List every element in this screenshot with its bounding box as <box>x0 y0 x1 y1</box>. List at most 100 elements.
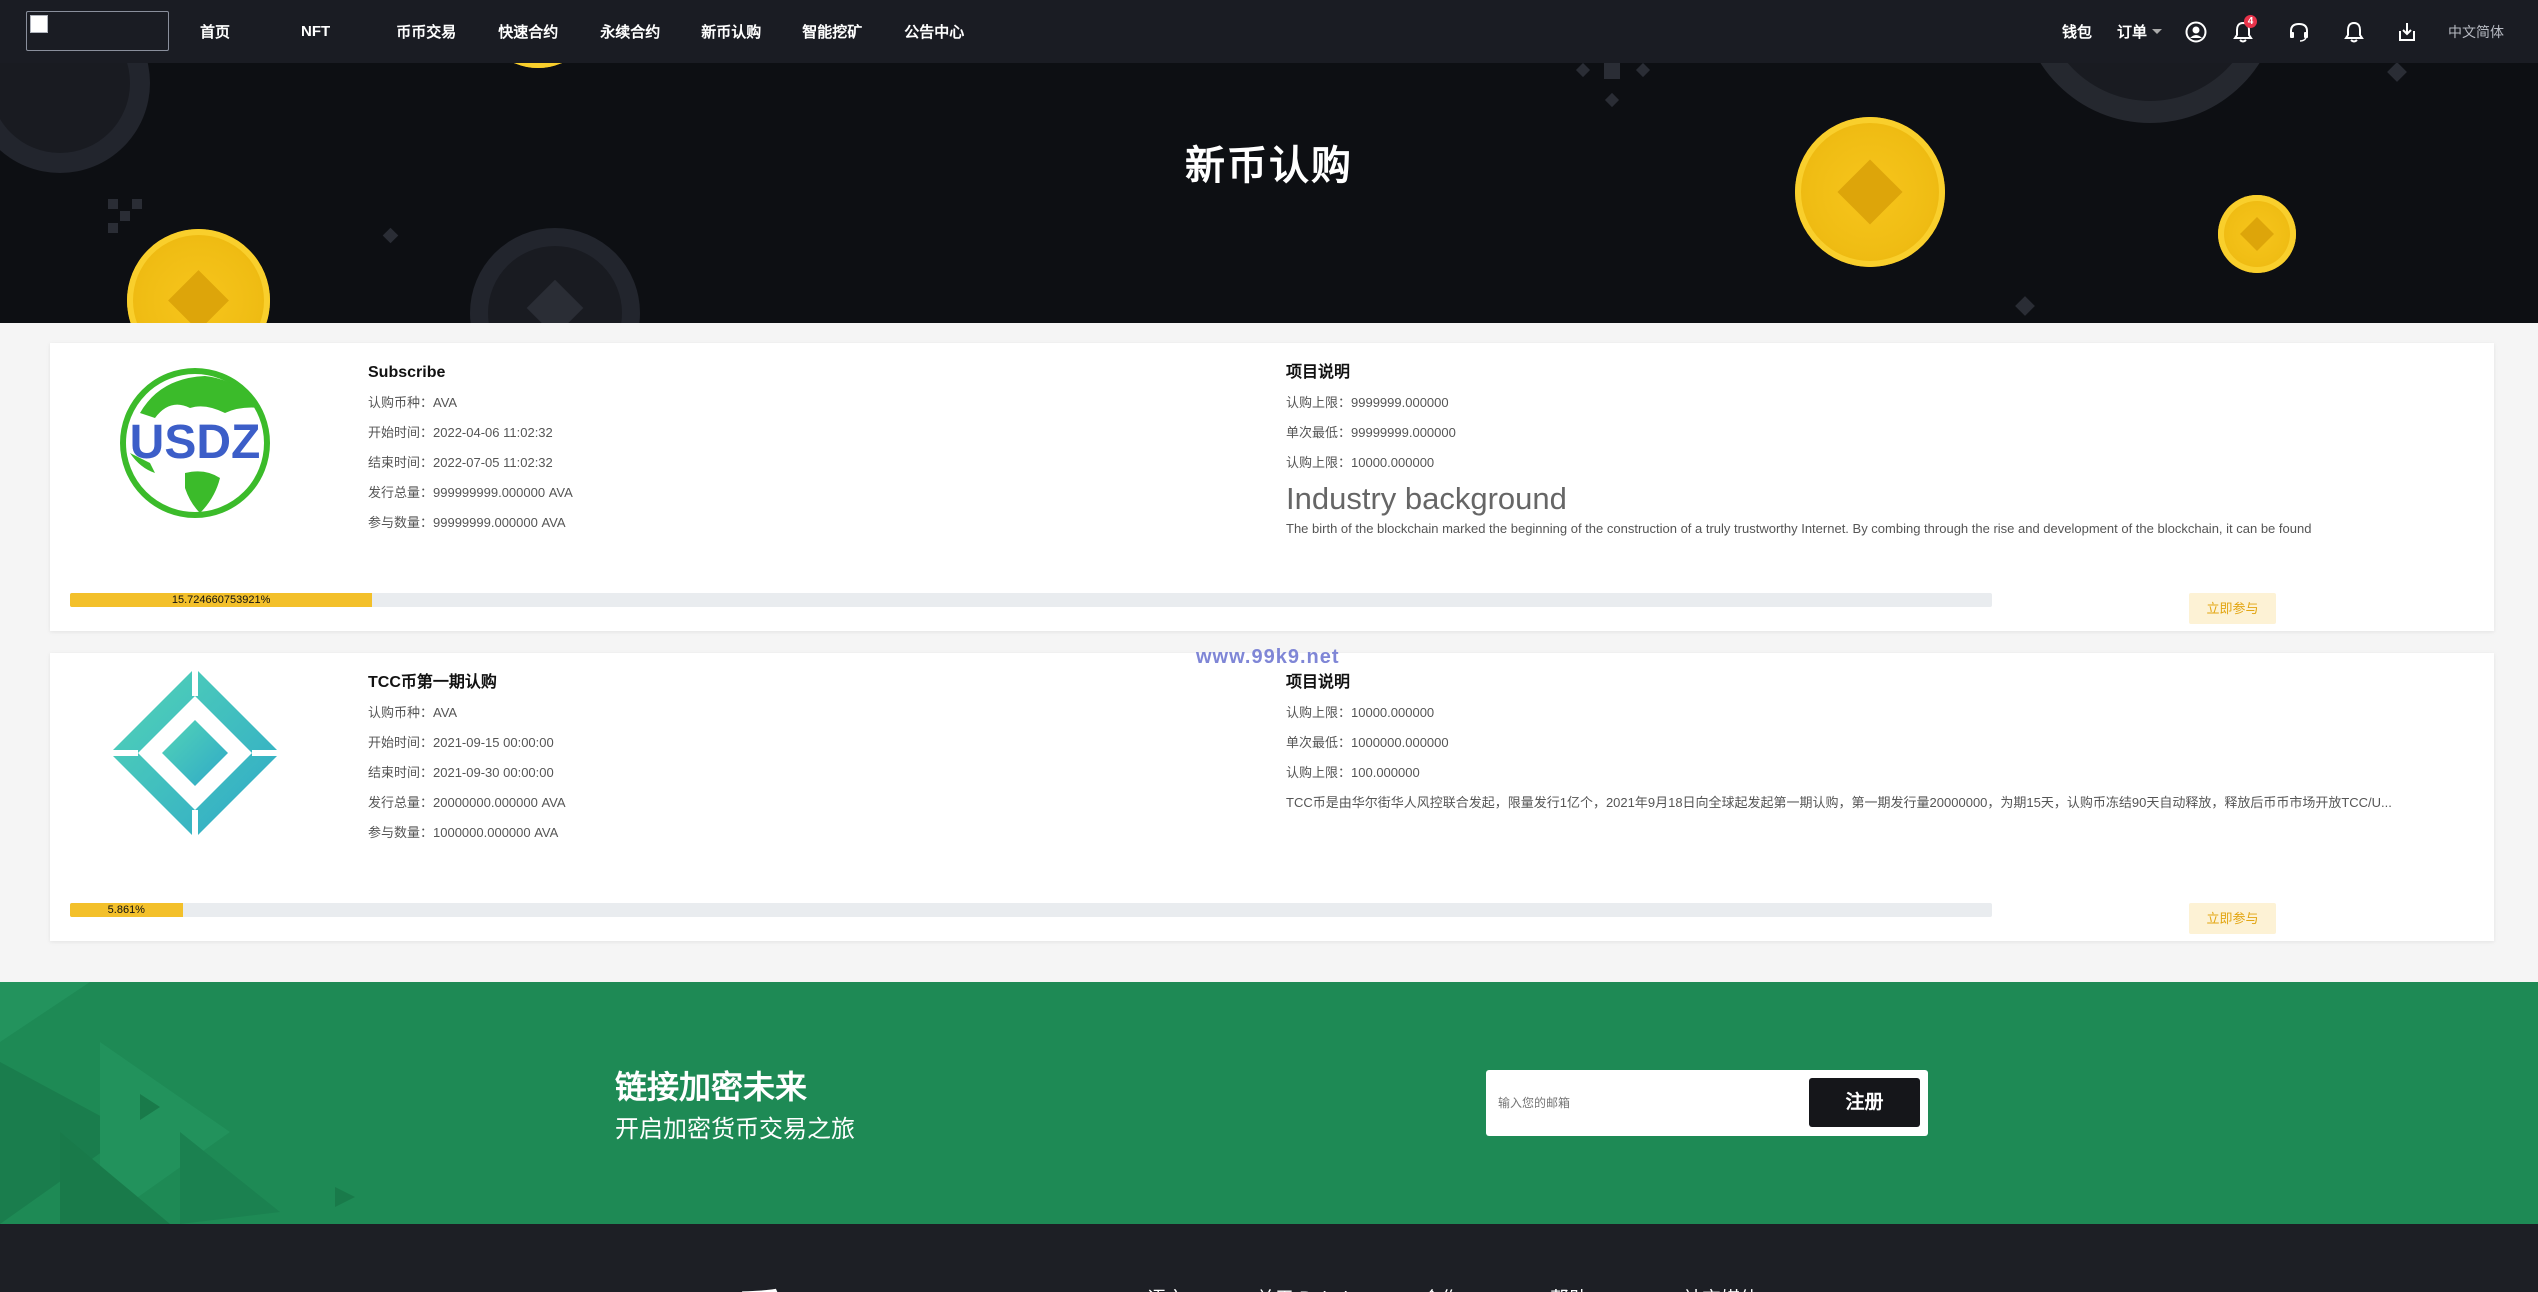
end-value: 2022-07-05 11:02:32 <box>433 455 553 470</box>
min-row: 单次最低：1000000.000000 <box>1286 728 2490 758</box>
footer: 币 语言 关于 Bubai 合作 帮助 社交媒体 <box>0 1224 2538 1292</box>
min-row: 单次最低：99999999.000000 <box>1286 418 2490 448</box>
footer-link-cooperation[interactable]: 合作 <box>1422 1284 1460 1292</box>
start-row: 开始时间：2021-09-15 00:00:00 <box>368 728 1168 758</box>
email-input[interactable] <box>1498 1088 1798 1118</box>
progress-bar: 15.724660753921% <box>70 593 1992 607</box>
footer-link-about[interactable]: 关于 Bubai <box>1256 1284 1348 1292</box>
project-description: 项目说明 认购上限：9999999.000000 单次最低：99999999.0… <box>1286 358 2490 538</box>
card-title: TCC币第一期认购 <box>368 674 497 691</box>
industry-text: The birth of the blockchain marked the b… <box>1286 521 2312 536</box>
joined-row: 参与数量：1000000.000000 AVA <box>368 818 1168 848</box>
currency-value: AVA <box>433 705 458 720</box>
language-selector[interactable]: 中文简体 <box>2448 0 2504 63</box>
decorative-square <box>2387 63 2407 82</box>
limit2-label: 认购上限： <box>1286 765 1352 780</box>
page-title: 新币认购 <box>1185 144 1353 188</box>
site-logo[interactable] <box>26 11 169 51</box>
total-row: 发行总量：20000000.000000 AVA <box>368 788 1168 818</box>
nav-item-subscription[interactable]: 新币认购 <box>701 21 761 42</box>
limit-value: 10000.000000 <box>1351 705 1435 720</box>
user-icon[interactable] <box>2185 0 2207 63</box>
subscription-card: TCC币第一期认购 认购币种：AVA 开始时间：2021-09-15 00:00… <box>50 653 2494 941</box>
cta-title: 链接加密未来 <box>615 1069 808 1105</box>
tcc-logo <box>110 668 280 838</box>
nav-item-perpetual[interactable]: 永续合约 <box>600 21 660 42</box>
min-value: 99999999.000000 <box>1351 425 1456 440</box>
industry-heading: Industry background <box>1286 481 1567 516</box>
total-value: 20000000.000000 AVA <box>433 795 566 810</box>
decorative-square <box>1604 63 1620 79</box>
start-value: 2021-09-15 00:00:00 <box>433 735 554 750</box>
start-value: 2022-04-06 11:02:32 <box>433 425 553 440</box>
progress-fill: 15.724660753921% <box>70 593 373 607</box>
decorative-triangles <box>0 982 355 1224</box>
subscription-card: USDZ Subscribe 认购币种：AVA 开始时间：2022-04-06 … <box>50 343 2494 631</box>
decorative-square <box>2015 296 2035 316</box>
limit2-row: 认购上限：100.000000 <box>1286 758 2490 788</box>
notification-count-badge: 4 <box>2244 15 2257 28</box>
decorative-square <box>108 199 118 209</box>
nav-item-nft[interactable]: NFT <box>301 23 330 40</box>
min-label: 单次最低： <box>1286 425 1352 440</box>
decorative-square <box>132 199 142 209</box>
join-button[interactable]: 立即参与 <box>2189 903 2276 934</box>
signup-form: 注册 <box>1486 1070 1928 1136</box>
currency-row: 认购币种：AVA <box>368 698 1168 728</box>
min-label: 单次最低： <box>1286 735 1352 750</box>
currency-label: 认购币种： <box>368 395 434 410</box>
progress-bar: 5.861% <box>70 903 1992 917</box>
nav-item-announcements[interactable]: 公告中心 <box>904 21 964 42</box>
nav-item-spot[interactable]: 币币交易 <box>396 21 456 42</box>
wallet-link[interactable]: 钱包 <box>2062 0 2092 63</box>
nav-item-quick-contract[interactable]: 快速合约 <box>498 21 558 42</box>
footer-link-language[interactable]: 语言 <box>1147 1284 1185 1292</box>
limit2-value: 100.000000 <box>1351 765 1420 780</box>
limit-label: 认购上限： <box>1286 705 1352 720</box>
joined-label: 参与数量： <box>368 825 434 840</box>
start-label: 开始时间： <box>368 425 434 440</box>
join-button[interactable]: 立即参与 <box>2189 593 2276 624</box>
decorative-square <box>108 223 118 233</box>
footer-link-help[interactable]: 帮助 <box>1550 1284 1588 1292</box>
currency-value: AVA <box>433 395 458 410</box>
joined-value: 99999999.000000 AVA <box>433 515 566 530</box>
end-value: 2021-09-30 00:00:00 <box>433 765 554 780</box>
support-headset-icon[interactable] <box>2288 0 2310 63</box>
top-nav: 首页 NFT 币币交易 快速合约 永续合约 新币认购 智能挖矿 公告中心 钱包 … <box>0 0 2538 63</box>
progress-fill: 5.861% <box>70 903 183 917</box>
limit-value: 9999999.000000 <box>1351 395 1449 410</box>
footer-link-social[interactable]: 社交媒体 <box>1683 1284 1759 1292</box>
decorative-coin <box>470 228 640 323</box>
caret-down-icon <box>2152 28 2163 34</box>
description-title: 项目说明 <box>1286 674 1351 691</box>
total-label: 发行总量： <box>368 795 434 810</box>
min-value: 1000000.000000 <box>1351 735 1449 750</box>
watermark: www.99k9.net <box>1196 646 1340 668</box>
decorative-square <box>1635 63 1651 78</box>
decorative-coin <box>2218 195 2296 273</box>
joined-value: 1000000.000000 AVA <box>433 825 559 840</box>
register-button[interactable]: 注册 <box>1809 1078 1920 1127</box>
orders-menu[interactable]: 订单 <box>2117 0 2163 63</box>
card-title: Subscribe <box>368 364 446 381</box>
notice-bell-icon[interactable] <box>2344 0 2364 63</box>
project-description: 项目说明 认购上限：10000.000000 单次最低：1000000.0000… <box>1286 668 2490 818</box>
usdz-logo-text: USDZ <box>130 416 261 469</box>
nav-item-mining[interactable]: 智能挖矿 <box>802 21 862 42</box>
decorative-square <box>120 211 130 221</box>
download-icon[interactable] <box>2396 0 2418 63</box>
start-label: 开始时间： <box>368 735 434 750</box>
total-label: 发行总量： <box>368 485 434 500</box>
decorative-square <box>1575 63 1591 78</box>
nav-item-home[interactable]: 首页 <box>200 21 230 42</box>
usdz-logo: USDZ <box>110 358 280 528</box>
message-bell-icon[interactable] <box>2233 0 2253 63</box>
end-row: 结束时间：2021-09-30 00:00:00 <box>368 758 1168 788</box>
end-row: 结束时间：2022-07-05 11:02:32 <box>368 448 1168 478</box>
main-menu: 首页 NFT 币币交易 快速合约 永续合约 新币认购 智能挖矿 公告中心 <box>200 0 964 63</box>
decorative-square <box>1604 92 1620 108</box>
start-row: 开始时间：2022-04-06 11:02:32 <box>368 418 1168 448</box>
project-text: TCC币是由华尔街华人风控联合发起，限量发行1亿个，2021年9月18日向全球起… <box>1286 795 2392 810</box>
limit2-label: 认购上限： <box>1286 455 1352 470</box>
